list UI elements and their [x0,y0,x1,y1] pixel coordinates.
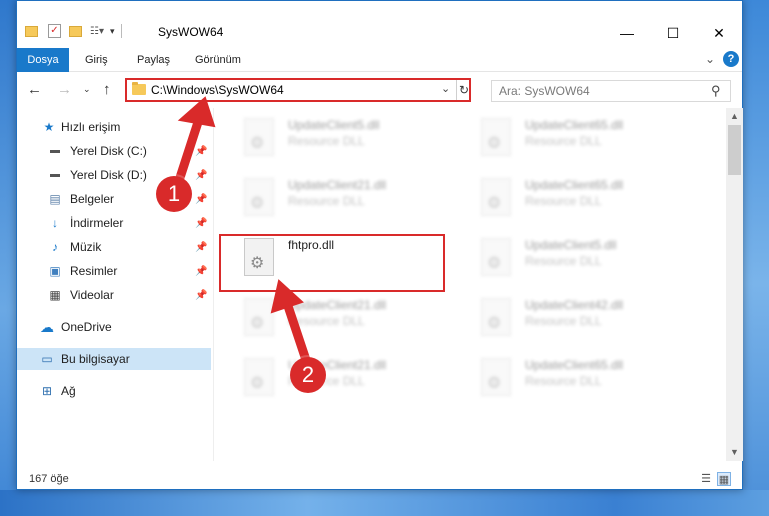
step-1-badge: 1 [156,176,192,212]
arrow-2 [270,279,313,371]
step-2-badge: 2 [290,357,326,393]
arrow-1 [171,96,216,195]
annotation-arrows [171,96,313,371]
